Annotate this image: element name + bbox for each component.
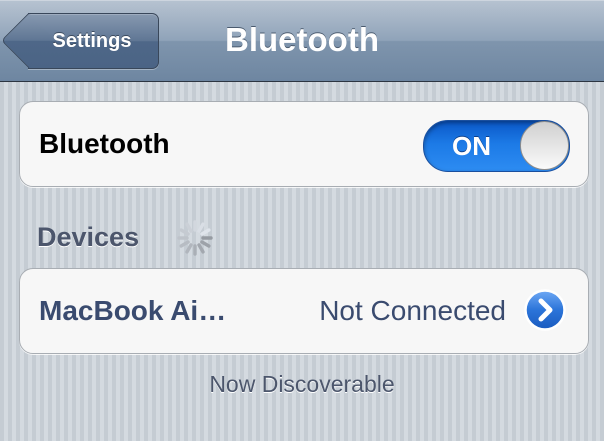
device-list-group: MacBook Ai… Not Connected [19, 268, 589, 354]
settings-back-button[interactable]: Settings [0, 12, 159, 69]
device-row[interactable]: MacBook Ai… Not Connected [20, 269, 588, 353]
back-button-label: Settings [52, 30, 132, 52]
device-name: MacBook Ai… [39, 295, 227, 326]
spinner-spoke [179, 228, 190, 236]
toggle-on-label: ON [452, 131, 491, 161]
loading-spinner-icon [177, 220, 213, 256]
page-title: Bluetooth [225, 21, 379, 58]
navigation-bar: Settings Bluetooth [0, 0, 604, 82]
bluetooth-toggle-switch[interactable]: ON [423, 120, 570, 172]
bluetooth-row-label: Bluetooth [39, 128, 170, 159]
spinner-spoke [200, 228, 211, 236]
spinner-spoke [200, 240, 211, 248]
devices-section-header: Devices [37, 221, 140, 252]
device-status: Not Connected [319, 295, 506, 326]
toggle-knob [520, 121, 569, 170]
spinner-spoke [179, 240, 190, 248]
spinner-spoke [185, 222, 193, 233]
spinner-spoke [197, 243, 205, 254]
spinner-spoke [197, 222, 205, 233]
bluetooth-toggle-group: Bluetooth ON [19, 101, 589, 187]
detail-disclosure-icon[interactable] [524, 289, 566, 331]
discoverable-status-text: Now Discoverable [209, 371, 395, 397]
spinner-spoke [185, 243, 193, 254]
